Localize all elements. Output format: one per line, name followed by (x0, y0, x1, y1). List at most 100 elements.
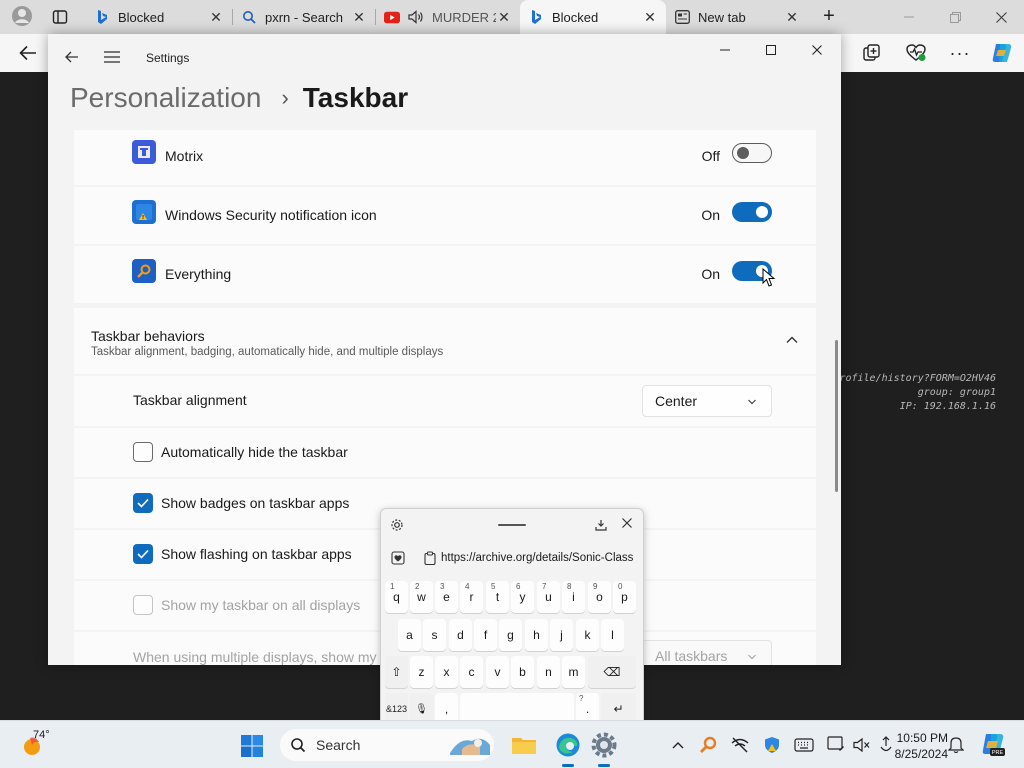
keyboard-tray-icon[interactable] (794, 735, 814, 755)
pen-workspace-icon[interactable] (826, 735, 846, 755)
shift-key-icon[interactable]: ⇧ (385, 656, 408, 688)
key-u[interactable]: 7u (537, 581, 560, 613)
back-arrow-icon[interactable] (60, 46, 84, 68)
browser-restore-icon[interactable] (932, 0, 978, 34)
taskbar-alignment-dropdown[interactable]: Center (642, 385, 772, 417)
tab-label: Blocked (118, 9, 165, 25)
key-o[interactable]: 9o (588, 581, 611, 613)
key-b[interactable]: b (511, 656, 534, 688)
settings-scrollbar[interactable] (835, 340, 838, 492)
taskbar-clock[interactable]: 10:50 PM 8/25/2024 (882, 730, 948, 762)
hamburger-menu-icon[interactable] (100, 46, 124, 68)
settings-maximize-icon[interactable] (748, 34, 794, 66)
copilot-pre-icon[interactable]: PRE (980, 731, 1006, 757)
notification-bell-icon[interactable] (946, 735, 966, 755)
windows-security-tray-icon[interactable] (762, 735, 782, 755)
close-tab-icon[interactable]: ✕ (496, 9, 512, 26)
key-k[interactable]: k (576, 619, 599, 651)
key-y[interactable]: 6y (511, 581, 534, 613)
browser-back-icon[interactable] (14, 40, 42, 66)
close-tab-icon[interactable]: ✕ (351, 9, 367, 26)
copilot-icon[interactable] (988, 40, 1016, 66)
key-w[interactable]: 2w (410, 581, 433, 613)
show-badges-checkbox[interactable] (133, 493, 153, 513)
key-r[interactable]: 4r (460, 581, 483, 613)
chevron-up-icon[interactable] (668, 735, 688, 755)
key-j[interactable]: j (550, 619, 573, 651)
key-x[interactable]: x (435, 656, 458, 688)
show-flashing-checkbox[interactable] (133, 544, 153, 564)
browser-essentials-icon[interactable] (902, 40, 930, 66)
windows-taskbar: 74° Search 10:50 PM 8/25/2024 PRE (0, 720, 1024, 768)
key-number: 5 (491, 582, 496, 591)
key-s[interactable]: s (423, 619, 446, 651)
profile-avatar[interactable] (8, 3, 36, 29)
browser-close-icon[interactable] (978, 0, 1024, 34)
clipboard-url-suggestion[interactable]: https://archive.org/details/Sonic-Class (441, 552, 643, 564)
tab-blocked-1[interactable]: Blocked ✕ (86, 0, 232, 34)
everything-tray-icon[interactable] (698, 735, 718, 755)
key-p[interactable]: 0p (613, 581, 636, 613)
taskbar-behaviors-header[interactable]: Taskbar behaviors Taskbar alignment, bad… (74, 308, 816, 374)
windows-security-toggle[interactable] (732, 202, 772, 222)
keyboard-drag-handle[interactable] (498, 524, 526, 526)
dock-keyboard-icon[interactable] (593, 517, 609, 533)
key-v[interactable]: v (486, 656, 509, 688)
chevron-up-icon[interactable] (784, 332, 800, 348)
overlay-line: IP: 192.168.1.16 (899, 401, 996, 412)
collections-icon[interactable] (858, 40, 886, 66)
multi-display-label: When using multiple displays, show my (133, 649, 377, 665)
settings-app-title: Settings (146, 51, 190, 65)
key-number: 8 (567, 582, 572, 591)
tab-actions-icon[interactable] (46, 4, 74, 30)
key-h[interactable]: h (525, 619, 548, 651)
key-d[interactable]: d (449, 619, 472, 651)
tab-new-tab[interactable]: New tab ✕ (666, 0, 808, 34)
close-tab-icon[interactable]: ✕ (784, 9, 800, 26)
more-options-icon[interactable]: ··· (946, 40, 974, 66)
new-tab-button[interactable]: + (815, 3, 843, 29)
taskbar-alignment-row: Taskbar alignment Center (74, 376, 816, 426)
key-a[interactable]: a (398, 619, 421, 651)
key-g[interactable]: g (499, 619, 522, 651)
weather-temperature[interactable]: 74° (33, 729, 50, 741)
show-badges-label: Show badges on taskbar apps (161, 495, 350, 511)
key-z[interactable]: z (410, 656, 433, 688)
emoji-heart-icon[interactable] (391, 551, 405, 565)
close-tab-icon[interactable]: ✕ (642, 9, 658, 26)
key-l[interactable]: l (601, 619, 624, 651)
key-e[interactable]: 3e (435, 581, 458, 613)
key-f[interactable]: f (474, 619, 497, 651)
edge-browser-icon[interactable] (554, 731, 582, 767)
checkmark-icon (137, 549, 149, 559)
backspace-key-icon[interactable]: ⌫ (588, 656, 636, 688)
browser-minimize-icon[interactable] (886, 0, 932, 34)
section-subtitle: Taskbar alignment, badging, automaticall… (91, 346, 444, 358)
tab-blocked-active[interactable]: Blocked ✕ (520, 0, 666, 34)
gear-icon[interactable] (390, 518, 404, 532)
settings-minimize-icon[interactable] (702, 34, 748, 66)
settings-gear-taskbar-icon[interactable] (590, 731, 618, 767)
network-disabled-icon[interactable] (730, 735, 750, 755)
speaker-icon[interactable] (408, 9, 424, 25)
windows-start-icon[interactable] (240, 734, 264, 758)
key-c[interactable]: c (460, 656, 483, 688)
tab-search[interactable]: pxrn - Search ✕ (233, 0, 375, 34)
file-explorer-icon[interactable] (510, 731, 538, 759)
breadcrumb-personalization[interactable]: Personalization (70, 82, 261, 114)
key-t[interactable]: 5t (486, 581, 509, 613)
settings-close-icon[interactable] (794, 34, 840, 66)
tab-youtube[interactable]: MURDER 2 ✕ (376, 0, 520, 34)
motrix-toggle[interactable] (732, 143, 772, 163)
taskbar-search-box[interactable]: Search (280, 729, 494, 761)
overlay-line: profile/history?FORM=O2HV46 (833, 373, 996, 384)
close-keyboard-icon[interactable] (619, 515, 635, 531)
volume-muted-icon[interactable] (852, 735, 872, 755)
overlay-line: group: group1 (917, 387, 996, 398)
auto-hide-checkbox[interactable] (133, 442, 153, 462)
key-m[interactable]: m (562, 656, 585, 688)
key-i[interactable]: 8i (562, 581, 585, 613)
key-n[interactable]: n (537, 656, 560, 688)
close-tab-icon[interactable]: ✕ (208, 9, 224, 26)
key-q[interactable]: 1q (385, 581, 408, 613)
